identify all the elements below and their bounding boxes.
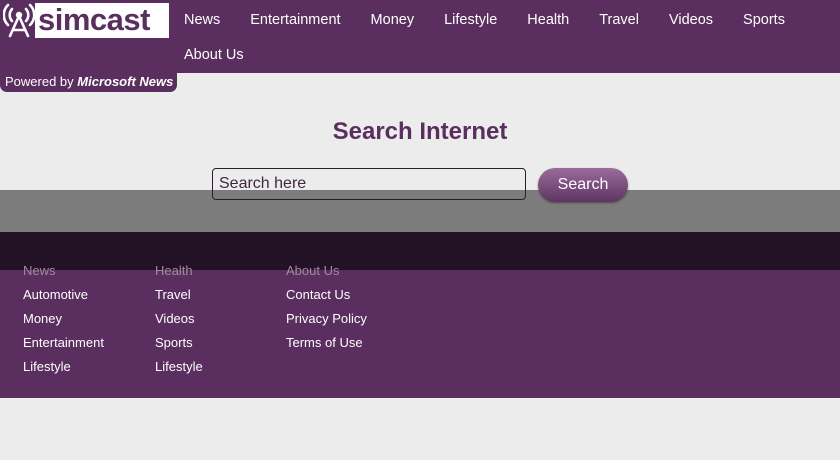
footer-link-sports[interactable]: Sports (155, 331, 203, 355)
nav-item-about-us[interactable]: About Us (169, 38, 259, 73)
search-input[interactable] (212, 168, 526, 200)
footer-top-band (0, 232, 840, 270)
powered-by-badge: Powered by Microsoft News (0, 73, 177, 92)
nav-item-travel[interactable]: Travel (584, 3, 654, 38)
search-button[interactable]: Search (538, 168, 628, 202)
footer-column-heading: Health (155, 263, 193, 278)
nav-item-health[interactable]: Health (512, 3, 584, 38)
footer-column-heading: About Us (286, 263, 340, 278)
powered-by-provider: Microsoft News (77, 74, 174, 89)
footer-link-money[interactable]: Money (23, 307, 104, 331)
radio-tower-icon (3, 3, 35, 38)
footer-link-contact-us[interactable]: Contact Us (286, 283, 367, 307)
footer-link-terms-of-use[interactable]: Terms of Use (286, 331, 367, 355)
footer-link-lifestyle[interactable]: Lifestyle (23, 355, 104, 379)
footer-column: News Automotive Money Entertainment Lifestyl… (23, 259, 104, 379)
footer-link-travel[interactable]: Travel (155, 283, 203, 307)
footer-column: Health Travel Videos Sports Lifestyle (155, 259, 203, 379)
footer-column: About Us Contact Us Privacy Policy Terms of… (286, 259, 367, 355)
site-footer (0, 270, 840, 398)
footer-link-privacy-policy[interactable]: Privacy Policy (286, 307, 367, 331)
nav-item-lifestyle[interactable]: Lifestyle (429, 3, 512, 38)
search-title: Search Internet (332, 118, 508, 145)
nav-item-videos[interactable]: Videos (654, 3, 728, 38)
footer-link-automotive[interactable]: Automotive (23, 283, 104, 307)
footer-link-videos[interactable]: Videos (155, 307, 203, 331)
nav-item-money[interactable]: Money (356, 3, 430, 38)
nav-item-news[interactable]: News (169, 3, 235, 38)
footer-link-entertainment[interactable]: Entertainment (23, 331, 104, 355)
nav-item-sports[interactable]: Sports (728, 3, 800, 38)
site-header: simcast News Entertainment Money Lifestyle H… (0, 0, 840, 73)
main-nav: News Entertainment Money Lifestyle Health Tra… (169, 3, 840, 73)
site-logo[interactable]: simcast (3, 3, 169, 38)
footer-column-heading: News (23, 263, 56, 278)
logo-wordmark: simcast (35, 3, 169, 38)
nav-item-entertainment[interactable]: Entertainment (235, 3, 355, 38)
footer-link-lifestyle[interactable]: Lifestyle (155, 355, 203, 379)
powered-by-label: Powered by (5, 74, 74, 89)
